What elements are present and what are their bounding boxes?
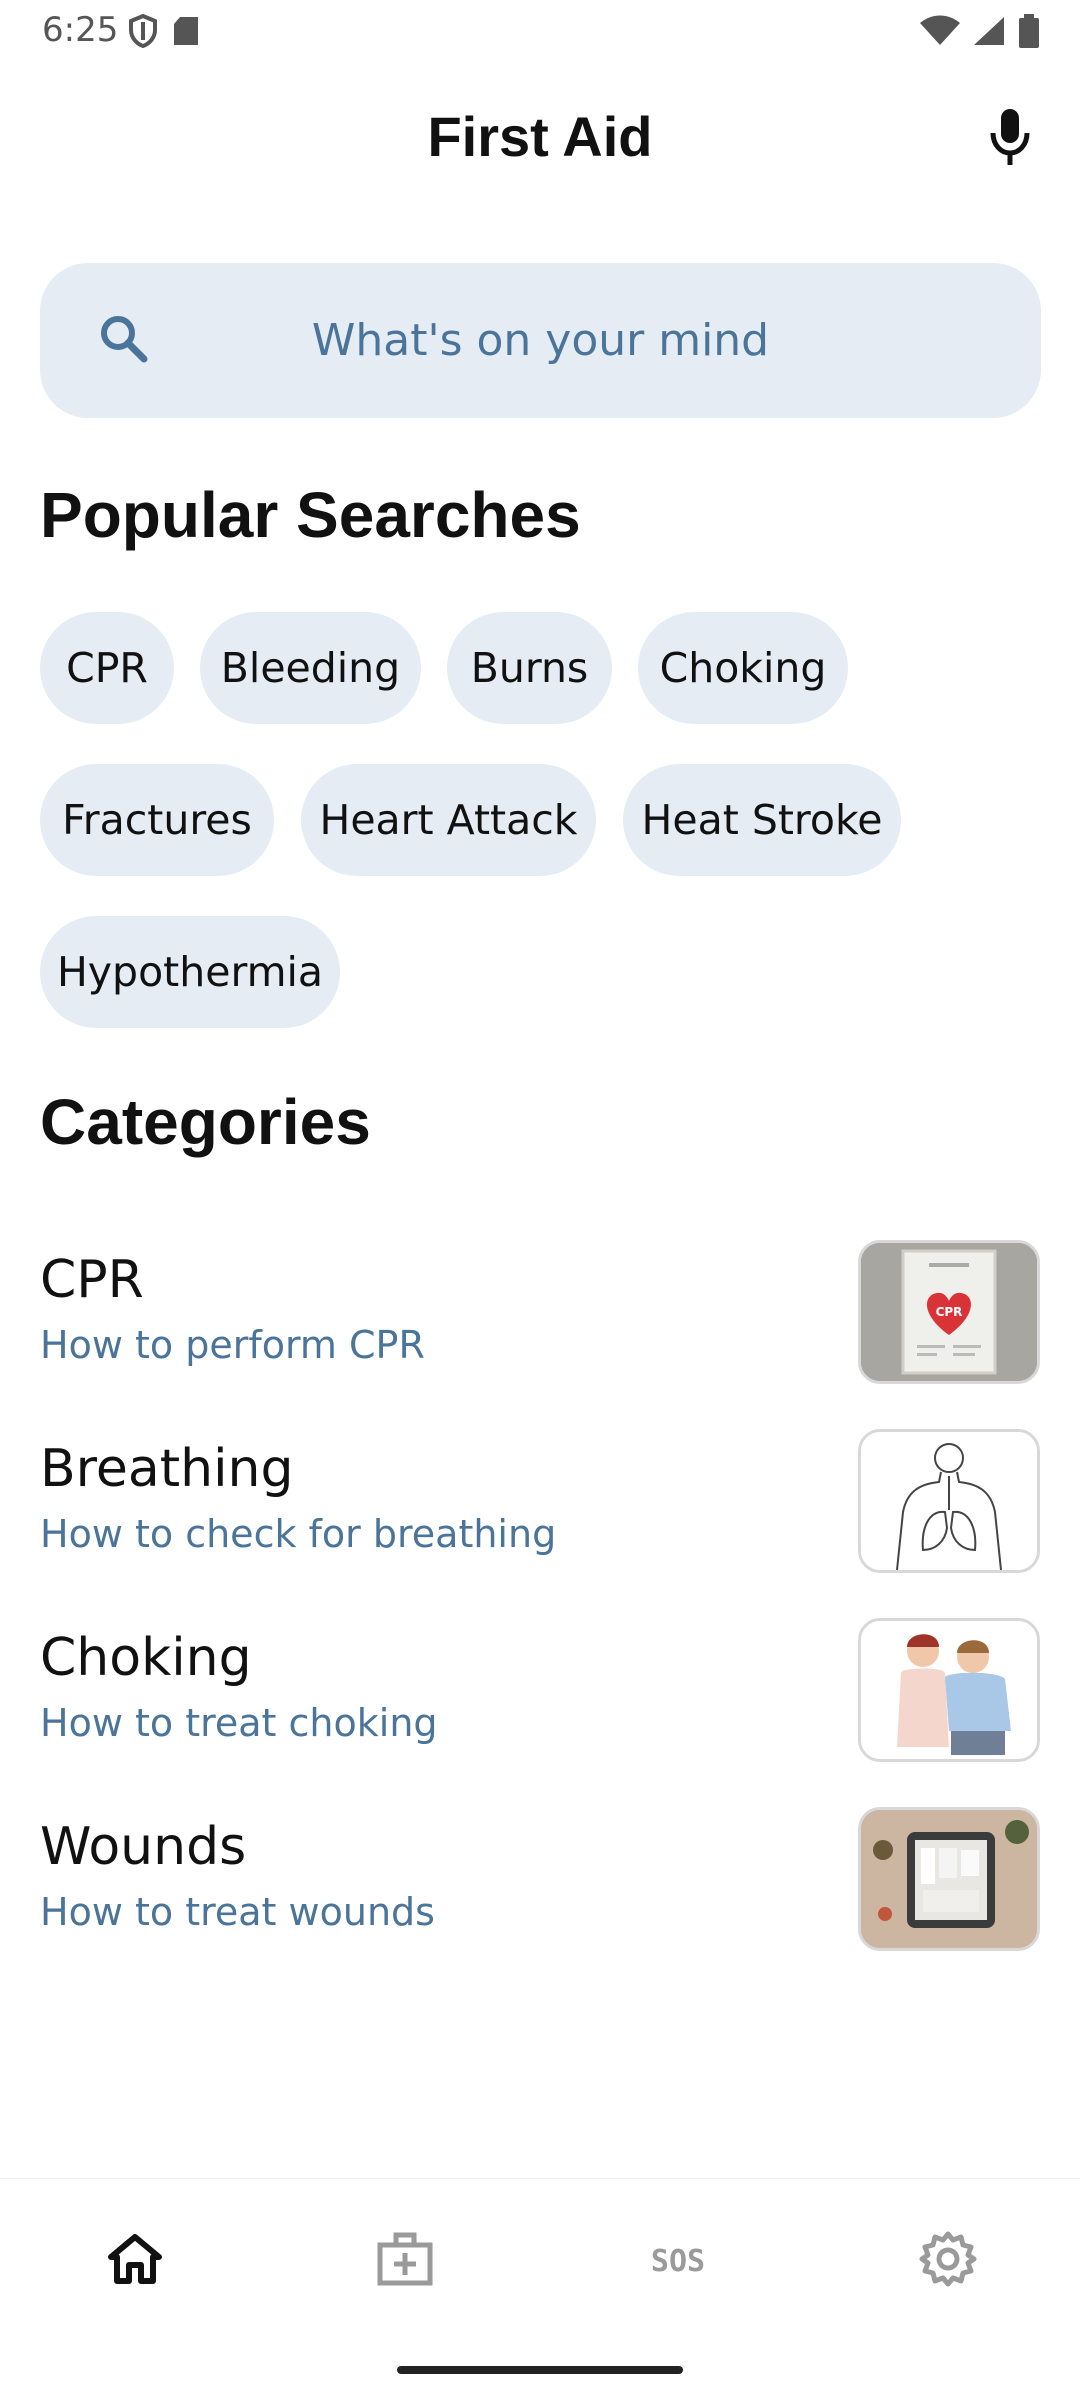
chip-heat-stroke[interactable]: Heat Stroke [623, 764, 901, 876]
bottom-navigation: SOS [0, 2178, 1080, 2369]
shield-icon [129, 14, 157, 48]
wifi-icon [920, 15, 960, 45]
cpr-poster-thumbnail: CPR [858, 1240, 1040, 1384]
battery-icon [1019, 14, 1039, 48]
popular-searches-title: Popular Searches [40, 479, 581, 551]
search-input[interactable]: What's on your mind [40, 263, 1041, 418]
category-subtitle: How to treat wounds [40, 1890, 435, 1934]
voice-search-button[interactable] [980, 102, 1040, 172]
nav-first-aid[interactable] [365, 2219, 445, 2299]
app-bar: First Aid [0, 64, 1080, 204]
sos-icon: SOS [651, 2244, 705, 2279]
settings-icon [919, 2231, 977, 2287]
chip-hypothermia[interactable]: Hypothermia [40, 916, 340, 1028]
nav-settings[interactable] [908, 2219, 988, 2299]
chip-choking[interactable]: Choking [638, 612, 848, 724]
category-subtitle: How to perform CPR [40, 1323, 425, 1367]
cellular-signal-icon [974, 17, 1004, 45]
chip-fractures[interactable]: Fractures [40, 764, 274, 876]
first-aid-kit-photo-thumbnail [858, 1807, 1040, 1951]
home-icon [108, 2234, 162, 2284]
microphone-icon [990, 109, 1030, 165]
category-title: Wounds [40, 1817, 247, 1877]
cpr-poster-text: CPR [936, 1305, 963, 1319]
status-time: 6:25 [42, 10, 119, 50]
chip-cpr[interactable]: CPR [40, 612, 174, 724]
status-bar: 6:25 [0, 0, 1080, 64]
category-title: Choking [40, 1628, 252, 1688]
chip-bleeding[interactable]: Bleeding [200, 612, 421, 724]
home-indicator[interactable] [397, 2366, 683, 2374]
nav-home[interactable] [95, 2219, 175, 2299]
lungs-illustration-thumbnail [858, 1429, 1040, 1573]
search-placeholder: What's on your mind [311, 315, 770, 366]
svg-text:SOS: SOS [651, 2244, 705, 2279]
category-title: CPR [40, 1250, 144, 1310]
page-title: First Aid [427, 105, 653, 168]
category-subtitle: How to treat choking [40, 1701, 438, 1745]
categories-title: Categories [40, 1086, 371, 1158]
chip-burns[interactable]: Burns [447, 612, 612, 724]
category-subtitle: How to check for breathing [40, 1512, 557, 1556]
category-title: Breathing [40, 1439, 294, 1499]
chip-heart-attack[interactable]: Heart Attack [301, 764, 596, 876]
first-aid-kit-icon [377, 2232, 433, 2286]
nav-sos[interactable]: SOS [638, 2219, 718, 2299]
choking-illustration-thumbnail [858, 1618, 1040, 1762]
sd-card-icon [174, 17, 198, 45]
